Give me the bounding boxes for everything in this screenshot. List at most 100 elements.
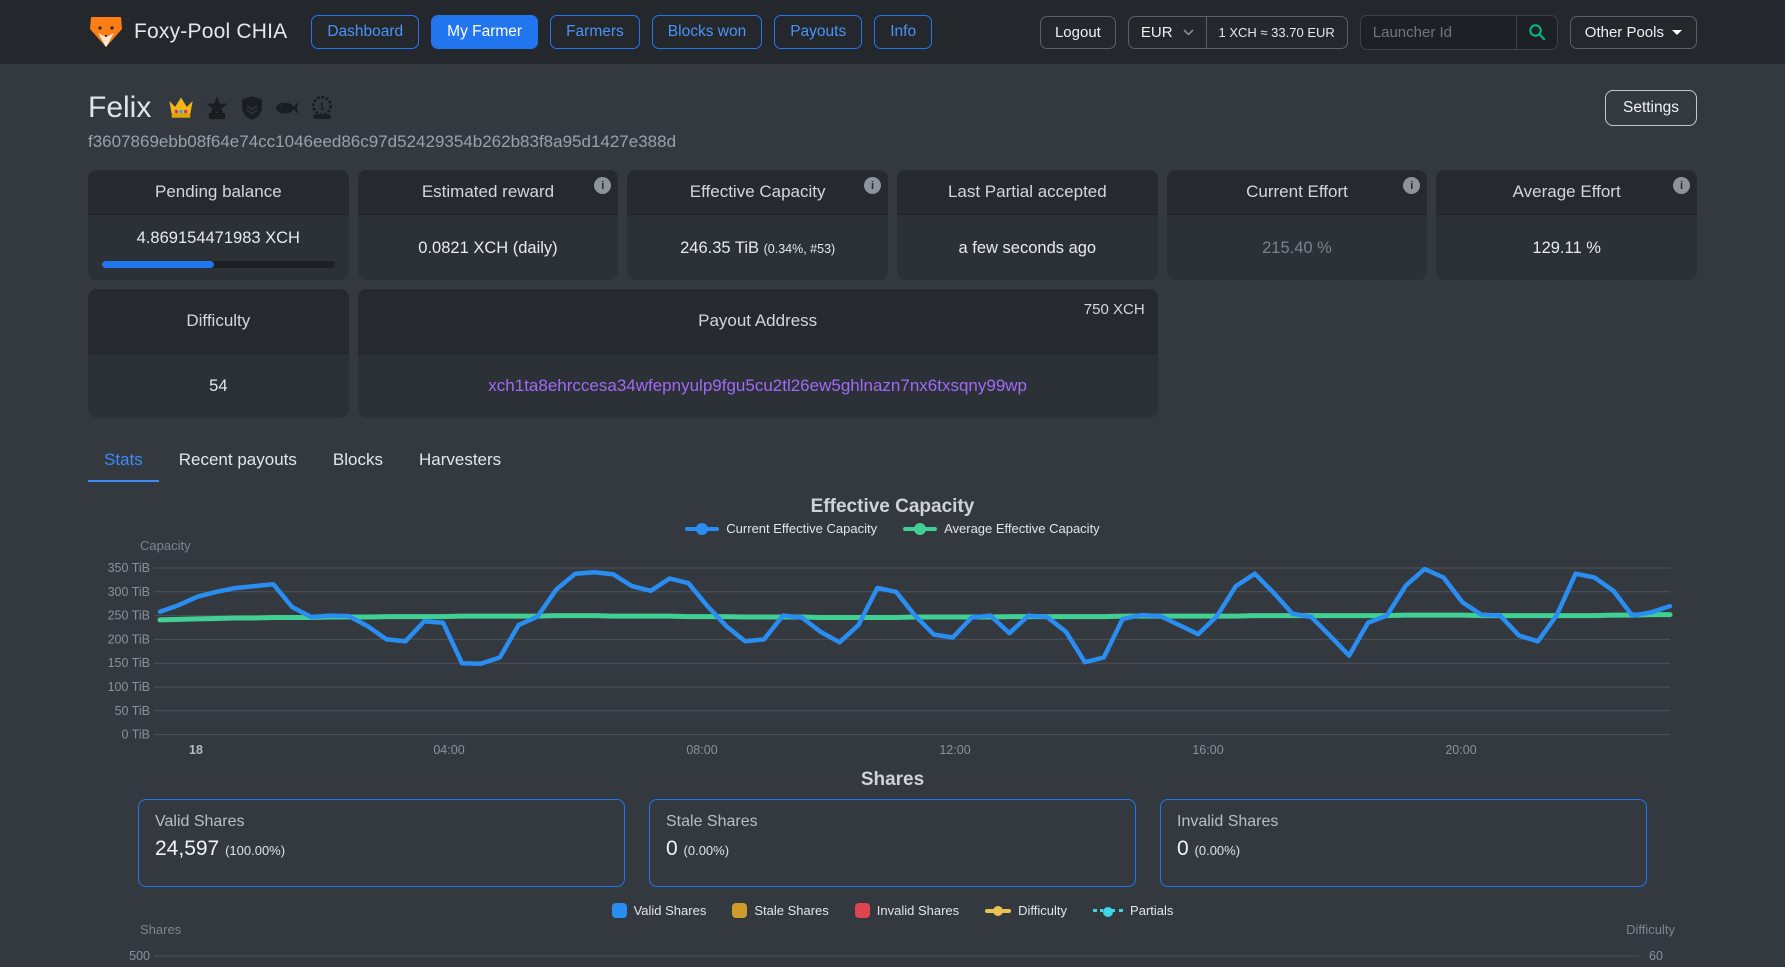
effective-capacity-card: Effective Capacity i 246.35 TiB (0.34%, … — [627, 170, 888, 280]
farmer-name: Felix — [88, 91, 151, 125]
exchange-rate-text: 1 XCH ≈ 33.70 EUR — [1206, 17, 1347, 48]
yellow-line-marker — [985, 909, 1011, 913]
card-title: Average Effort — [1513, 182, 1621, 201]
invalid-shares-value: 0 (0.00%) — [1177, 837, 1630, 861]
pending-balance-card: Pending balance 4.869154471983 XCH — [88, 170, 349, 280]
legend-average-effective-capacity[interactable]: Average Effective Capacity — [903, 521, 1100, 536]
fish-badge-icon — [274, 95, 300, 121]
launcher-id-input[interactable] — [1361, 16, 1516, 49]
orange-box-marker — [732, 903, 747, 918]
shares-chart-legend: Valid Shares Stale Shares Invalid Shares… — [88, 903, 1697, 918]
navbar-right-group: Logout EUR 1 XCH ≈ 33.70 EUR Other Pools — [1040, 15, 1697, 50]
navbar: Foxy-Pool CHIA Dashboard My Farmer Farme… — [0, 0, 1785, 64]
stale-shares-value: 0 (0.00%) — [666, 837, 1119, 861]
brand[interactable]: Foxy-Pool CHIA — [88, 15, 287, 49]
tab-blocks[interactable]: Blocks — [317, 440, 399, 482]
svg-text:60: 60 — [1649, 949, 1663, 963]
info-icon[interactable]: i — [1673, 177, 1690, 194]
settings-button[interactable]: Settings — [1605, 90, 1697, 126]
last-partial-card: Last Partial accepted a few seconds ago — [897, 170, 1158, 280]
launcher-id-hash: f3607869ebb08f64e74cc1046eed86c97d524293… — [88, 132, 1697, 152]
legend-invalid-shares[interactable]: Invalid Shares — [855, 903, 959, 918]
legend-current-effective-capacity[interactable]: Current Effective Capacity — [685, 521, 877, 536]
svg-text:350 TiB: 350 TiB — [108, 561, 150, 575]
currency-group: EUR 1 XCH ≈ 33.70 EUR — [1128, 16, 1348, 49]
card-title: Effective Capacity — [690, 182, 826, 201]
stats-row-2: Difficulty 54 Payout Address 750 XCH xch… — [88, 289, 1697, 418]
svg-text:Difficulty: Difficulty — [1626, 922, 1675, 937]
nav-info-button[interactable]: Info — [874, 15, 932, 49]
shares-section-title: Shares — [88, 769, 1697, 791]
shares-cards: Valid Shares 24,597 (100.00%) Stale Shar… — [88, 799, 1697, 887]
nav-dashboard-button[interactable]: Dashboard — [311, 15, 419, 49]
difficulty-value: 54 — [88, 354, 349, 418]
legend-difficulty[interactable]: Difficulty — [985, 903, 1067, 918]
tab-harvesters[interactable]: Harvesters — [403, 440, 517, 482]
nav-my-farmer-button[interactable]: My Farmer — [431, 15, 538, 49]
card-title: Invalid Shares — [1177, 813, 1630, 831]
rank-badge-icon — [239, 95, 265, 121]
info-icon[interactable]: i — [1403, 177, 1420, 194]
info-icon[interactable]: i — [594, 177, 611, 194]
cyan-dotted-marker — [1093, 909, 1123, 912]
svg-text:20:00: 20:00 — [1445, 743, 1476, 757]
capacity-chart-legend: Current Effective Capacity Average Effec… — [88, 521, 1697, 536]
nav-blocks-won-button[interactable]: Blocks won — [652, 15, 762, 49]
tab-recent-payouts[interactable]: Recent payouts — [163, 440, 313, 482]
invalid-shares-card: Invalid Shares 0 (0.00%) — [1160, 799, 1647, 887]
logout-button[interactable]: Logout — [1040, 16, 1116, 49]
blue-line-marker — [685, 527, 719, 531]
card-title: Stale Shares — [666, 813, 1119, 831]
valid-shares-card: Valid Shares 24,597 (100.00%) — [138, 799, 625, 887]
svg-text:Shares: Shares — [140, 922, 182, 937]
search-button[interactable] — [1516, 16, 1557, 49]
card-title: Valid Shares — [155, 813, 608, 831]
estimated-reward-value: 0.0821 XCH (daily) — [358, 215, 619, 280]
card-title: Difficulty — [88, 289, 349, 354]
pending-balance-value: 4.869154471983 XCH — [102, 229, 335, 248]
nav-farmers-button[interactable]: Farmers — [550, 15, 640, 49]
crown-badge-icon — [167, 96, 195, 120]
legend-stale-shares[interactable]: Stale Shares — [732, 903, 828, 918]
green-line-marker — [903, 527, 937, 531]
effective-capacity-value: 246.35 TiB (0.34%, #53) — [641, 239, 874, 258]
estimated-reward-card: Estimated reward i 0.0821 XCH (daily) — [358, 170, 619, 280]
nav-payouts-button[interactable]: Payouts — [774, 15, 862, 49]
current-effort-card: Current Effort i 215.40 % — [1167, 170, 1428, 280]
legend-partials[interactable]: Partials — [1093, 903, 1173, 918]
svg-text:50 TiB: 50 TiB — [115, 704, 150, 718]
search-icon — [1528, 23, 1546, 41]
farmer-header: Felix — [88, 90, 1697, 126]
caret-down-icon — [1672, 30, 1682, 35]
chevron-down-icon — [1183, 29, 1194, 36]
capacity-chart: 350 TiB300 TiB250 TiB200 TiB150 TiB100 T… — [88, 536, 1697, 764]
info-icon[interactable]: i — [864, 177, 881, 194]
payout-address-link[interactable]: xch1ta8ehrccesa34wfepnyulp9fgu5cu2tl26ew… — [372, 376, 1144, 396]
first-year-badge-icon: 1 — [309, 95, 335, 121]
current-effort-value: 215.40 % — [1167, 215, 1428, 280]
svg-text:08:00: 08:00 — [686, 743, 717, 757]
svg-text:1: 1 — [320, 102, 326, 113]
card-title: Current Effort — [1246, 182, 1348, 201]
card-title: Pending balance — [88, 170, 349, 215]
blue-box-marker — [612, 903, 627, 918]
svg-text:200 TiB: 200 TiB — [108, 632, 150, 646]
card-title: Payout Address — [698, 311, 817, 330]
currency-select[interactable]: EUR — [1129, 17, 1206, 48]
svg-text:12:00: 12:00 — [939, 743, 970, 757]
svg-text:500: 500 — [129, 949, 150, 963]
tab-stats[interactable]: Stats — [88, 440, 159, 482]
top-100-badge-icon — [204, 95, 230, 121]
tab-bar: Stats Recent payouts Blocks Harvesters — [88, 440, 1697, 482]
other-pools-dropdown[interactable]: Other Pools — [1570, 16, 1697, 49]
svg-text:100 TiB: 100 TiB — [108, 680, 150, 694]
farmer-badges: 1 — [167, 95, 335, 121]
legend-valid-shares[interactable]: Valid Shares — [612, 903, 707, 918]
svg-text:150 TiB: 150 TiB — [108, 656, 150, 670]
stale-shares-card: Stale Shares 0 (0.00%) — [649, 799, 1136, 887]
svg-text:16:00: 16:00 — [1192, 743, 1223, 757]
shares-chart: 50040030060504030SharesDifficulty — [88, 920, 1697, 967]
card-title: Estimated reward — [422, 182, 554, 201]
fox-logo-icon — [88, 15, 124, 49]
valid-shares-value: 24,597 (100.00%) — [155, 837, 608, 861]
